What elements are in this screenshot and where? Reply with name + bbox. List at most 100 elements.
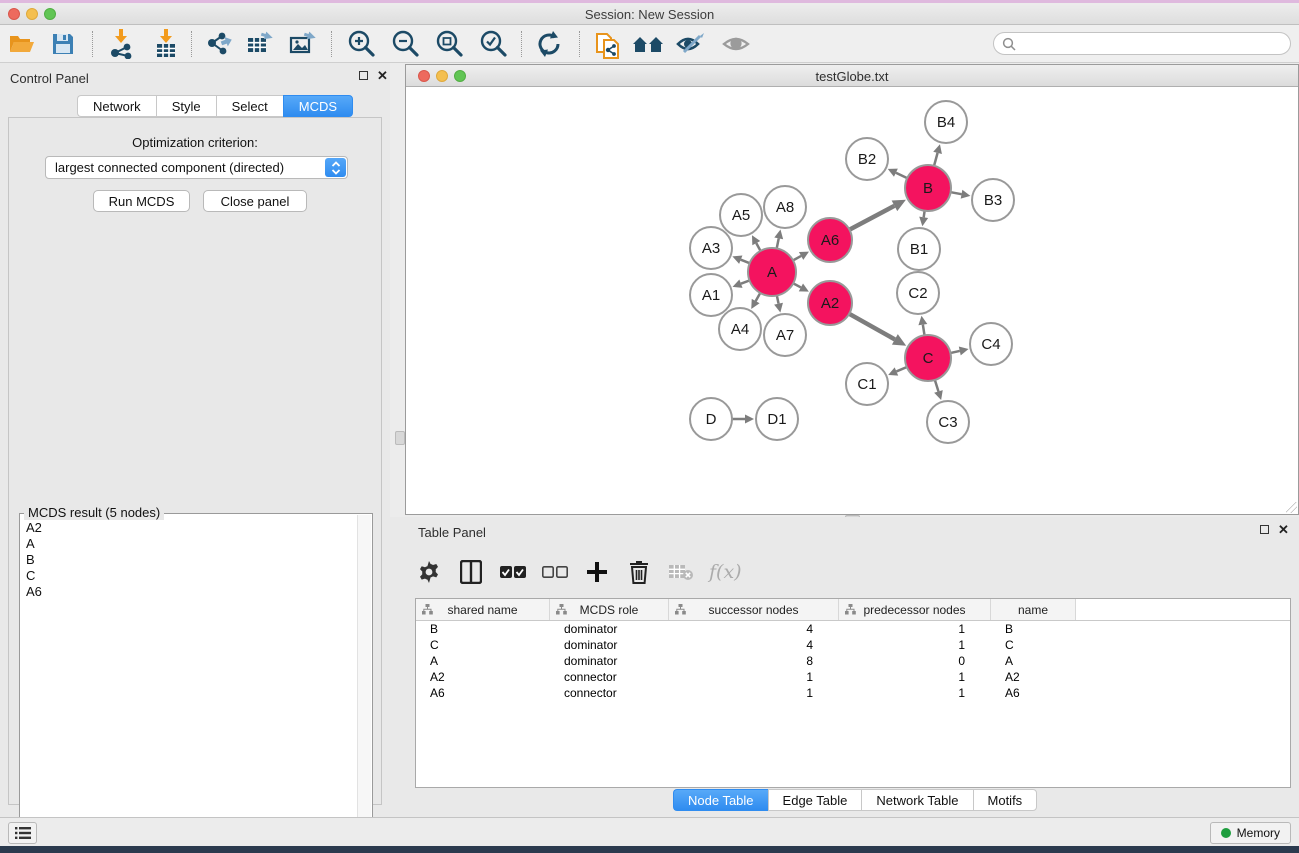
node-A2[interactable]: A2 — [808, 281, 852, 325]
table-cell[interactable]: 1 — [839, 686, 991, 700]
task-history-button[interactable] — [8, 822, 37, 844]
table-cell[interactable]: A6 — [991, 686, 1076, 700]
save-icon[interactable] — [46, 28, 80, 60]
import-network-icon[interactable] — [104, 28, 138, 60]
close-panel-icon[interactable]: ✕ — [377, 71, 388, 80]
zoom-out-icon[interactable] — [388, 28, 422, 60]
result-item[interactable]: A2 — [22, 520, 356, 536]
column-header-shared-name[interactable]: shared name — [416, 599, 550, 620]
table-row[interactable]: Cdominator41C — [416, 637, 1290, 653]
mcds-result-list[interactable]: A2ABCA6 — [22, 520, 356, 850]
node-B[interactable]: B — [905, 165, 951, 211]
edge-A6-B[interactable] — [848, 206, 895, 231]
window-titlebar[interactable]: Session: New Session — [0, 3, 1299, 25]
memory-button[interactable]: Memory — [1210, 822, 1291, 844]
network-canvas[interactable]: B4B2BB3A8A5A6B1A3AA1C2A2A4A7C4CC1C3DD1 — [406, 88, 1298, 514]
clone-network-icon[interactable] — [591, 28, 625, 60]
gear-icon[interactable] — [415, 558, 443, 586]
node-C1[interactable]: C1 — [846, 363, 888, 405]
node-B1[interactable]: B1 — [898, 228, 940, 270]
table-row[interactable]: A6connector11A6 — [416, 685, 1290, 701]
table-cell[interactable]: B — [416, 622, 550, 636]
table-cell[interactable]: 1 — [669, 670, 839, 684]
open-folder-icon[interactable] — [5, 28, 39, 60]
tab-motifs[interactable]: Motifs — [973, 789, 1038, 811]
tab-mcds[interactable]: MCDS — [283, 95, 353, 117]
node-A4[interactable]: A4 — [719, 308, 761, 350]
table-cell[interactable]: dominator — [550, 654, 669, 668]
float-panel-icon[interactable] — [359, 71, 368, 80]
column-header-name[interactable]: name — [991, 599, 1076, 620]
result-scrollbar[interactable] — [357, 515, 371, 851]
tab-style[interactable]: Style — [156, 95, 216, 117]
close-panel-icon[interactable]: ✕ — [1278, 525, 1289, 534]
node-B4[interactable]: B4 — [925, 101, 967, 143]
delete-table-icon[interactable] — [667, 558, 695, 586]
node-C[interactable]: C — [905, 335, 951, 381]
table-cell[interactable]: connector — [550, 686, 669, 700]
node-C2[interactable]: C2 — [897, 272, 939, 314]
node-A1[interactable]: A1 — [690, 274, 732, 316]
table-cell[interactable]: C — [416, 638, 550, 652]
table-cell[interactable]: connector — [550, 670, 669, 684]
table-row[interactable]: Bdominator41B — [416, 621, 1290, 637]
result-item[interactable]: A — [22, 536, 356, 552]
import-table-icon[interactable] — [149, 28, 183, 60]
table-cell[interactable]: dominator — [550, 638, 669, 652]
table-cell[interactable]: dominator — [550, 622, 669, 636]
node-C4[interactable]: C4 — [970, 323, 1012, 365]
function-builder-icon[interactable]: f(x) — [709, 561, 742, 583]
node-B3[interactable]: B3 — [972, 179, 1014, 221]
tab-select[interactable]: Select — [216, 95, 283, 117]
node-A7[interactable]: A7 — [764, 314, 806, 356]
tab-edge-table[interactable]: Edge Table — [768, 789, 862, 811]
table-cell[interactable]: 1 — [839, 638, 991, 652]
table-cell[interactable]: A2 — [991, 670, 1076, 684]
table-cell[interactable]: C — [991, 638, 1076, 652]
edge-A2-C[interactable] — [847, 313, 894, 340]
tab-network[interactable]: Network — [77, 95, 156, 117]
table-cell[interactable]: B — [991, 622, 1076, 636]
export-image-icon[interactable] — [287, 28, 321, 60]
optimization-criterion-select[interactable]: largest connected component (directed) — [45, 156, 348, 179]
table-cell[interactable]: A2 — [416, 670, 550, 684]
column-header-predecessor-nodes[interactable]: predecessor nodes — [839, 599, 991, 620]
columns-icon[interactable] — [457, 558, 485, 586]
result-item[interactable]: B — [22, 552, 356, 568]
zoom-fit-icon[interactable] — [432, 28, 466, 60]
node-A[interactable]: A — [748, 248, 796, 296]
column-header-MCDS-role[interactable]: MCDS role — [550, 599, 669, 620]
export-network-icon[interactable] — [202, 28, 236, 60]
network-window-titlebar[interactable]: testGlobe.txt — [406, 65, 1298, 87]
table-cell[interactable]: 1 — [839, 670, 991, 684]
node-A3[interactable]: A3 — [690, 227, 732, 269]
vertical-split-gripper[interactable] — [395, 431, 405, 445]
table-cell[interactable]: A6 — [416, 686, 550, 700]
run-mcds-button[interactable]: Run MCDS — [93, 190, 190, 212]
refresh-icon[interactable] — [532, 28, 566, 60]
resize-corner-icon[interactable] — [1286, 502, 1297, 513]
table-cell[interactable]: 4 — [669, 622, 839, 636]
show-graphics-icon[interactable] — [719, 28, 753, 60]
table-cell[interactable]: A — [416, 654, 550, 668]
tab-node-table[interactable]: Node Table — [673, 789, 768, 811]
node-A5[interactable]: A5 — [720, 194, 762, 236]
node-D[interactable]: D — [690, 398, 732, 440]
node-C3[interactable]: C3 — [927, 401, 969, 443]
table-cell[interactable]: 4 — [669, 638, 839, 652]
zoom-in-icon[interactable] — [344, 28, 378, 60]
table-row[interactable]: Adominator80A — [416, 653, 1290, 669]
float-panel-icon[interactable] — [1260, 525, 1269, 534]
table-cell[interactable]: 0 — [839, 654, 991, 668]
table-cell[interactable]: 8 — [669, 654, 839, 668]
hide-graphics-icon[interactable] — [674, 28, 708, 60]
add-icon[interactable] — [583, 558, 611, 586]
close-panel-button[interactable]: Close panel — [203, 190, 307, 212]
table-cell[interactable]: 1 — [669, 686, 839, 700]
table-cell[interactable]: 1 — [839, 622, 991, 636]
tab-network-table[interactable]: Network Table — [861, 789, 972, 811]
column-header-successor-nodes[interactable]: successor nodes — [669, 599, 839, 620]
export-table-icon[interactable] — [244, 28, 278, 60]
zoom-selected-icon[interactable] — [476, 28, 510, 60]
result-item[interactable]: C — [22, 568, 356, 584]
